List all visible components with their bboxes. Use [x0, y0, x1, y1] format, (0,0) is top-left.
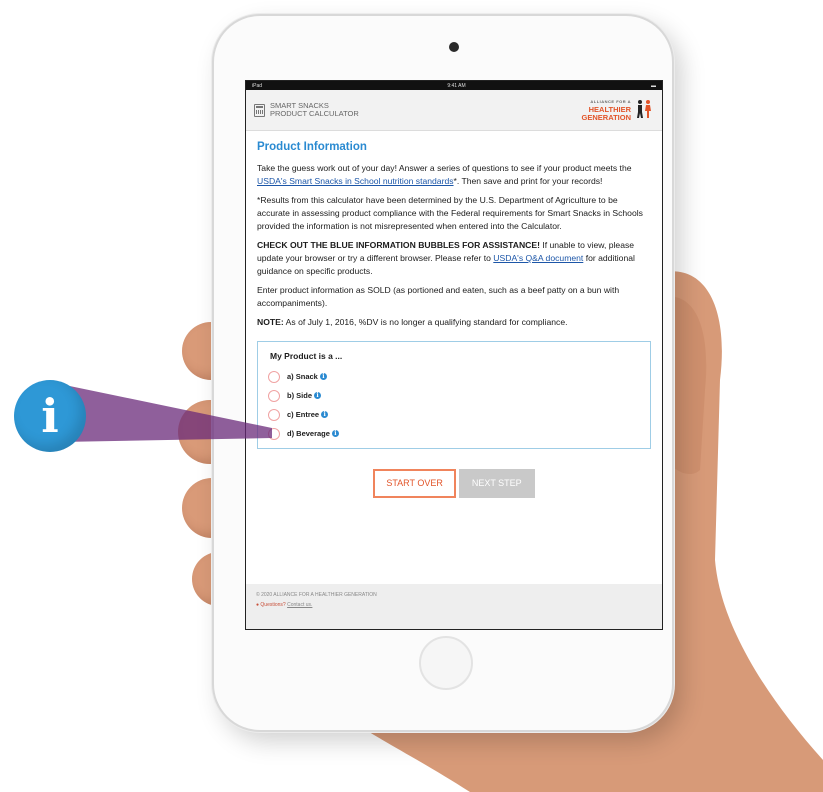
- info-callout-icon: i: [14, 380, 86, 452]
- callout-beam: [60, 384, 272, 442]
